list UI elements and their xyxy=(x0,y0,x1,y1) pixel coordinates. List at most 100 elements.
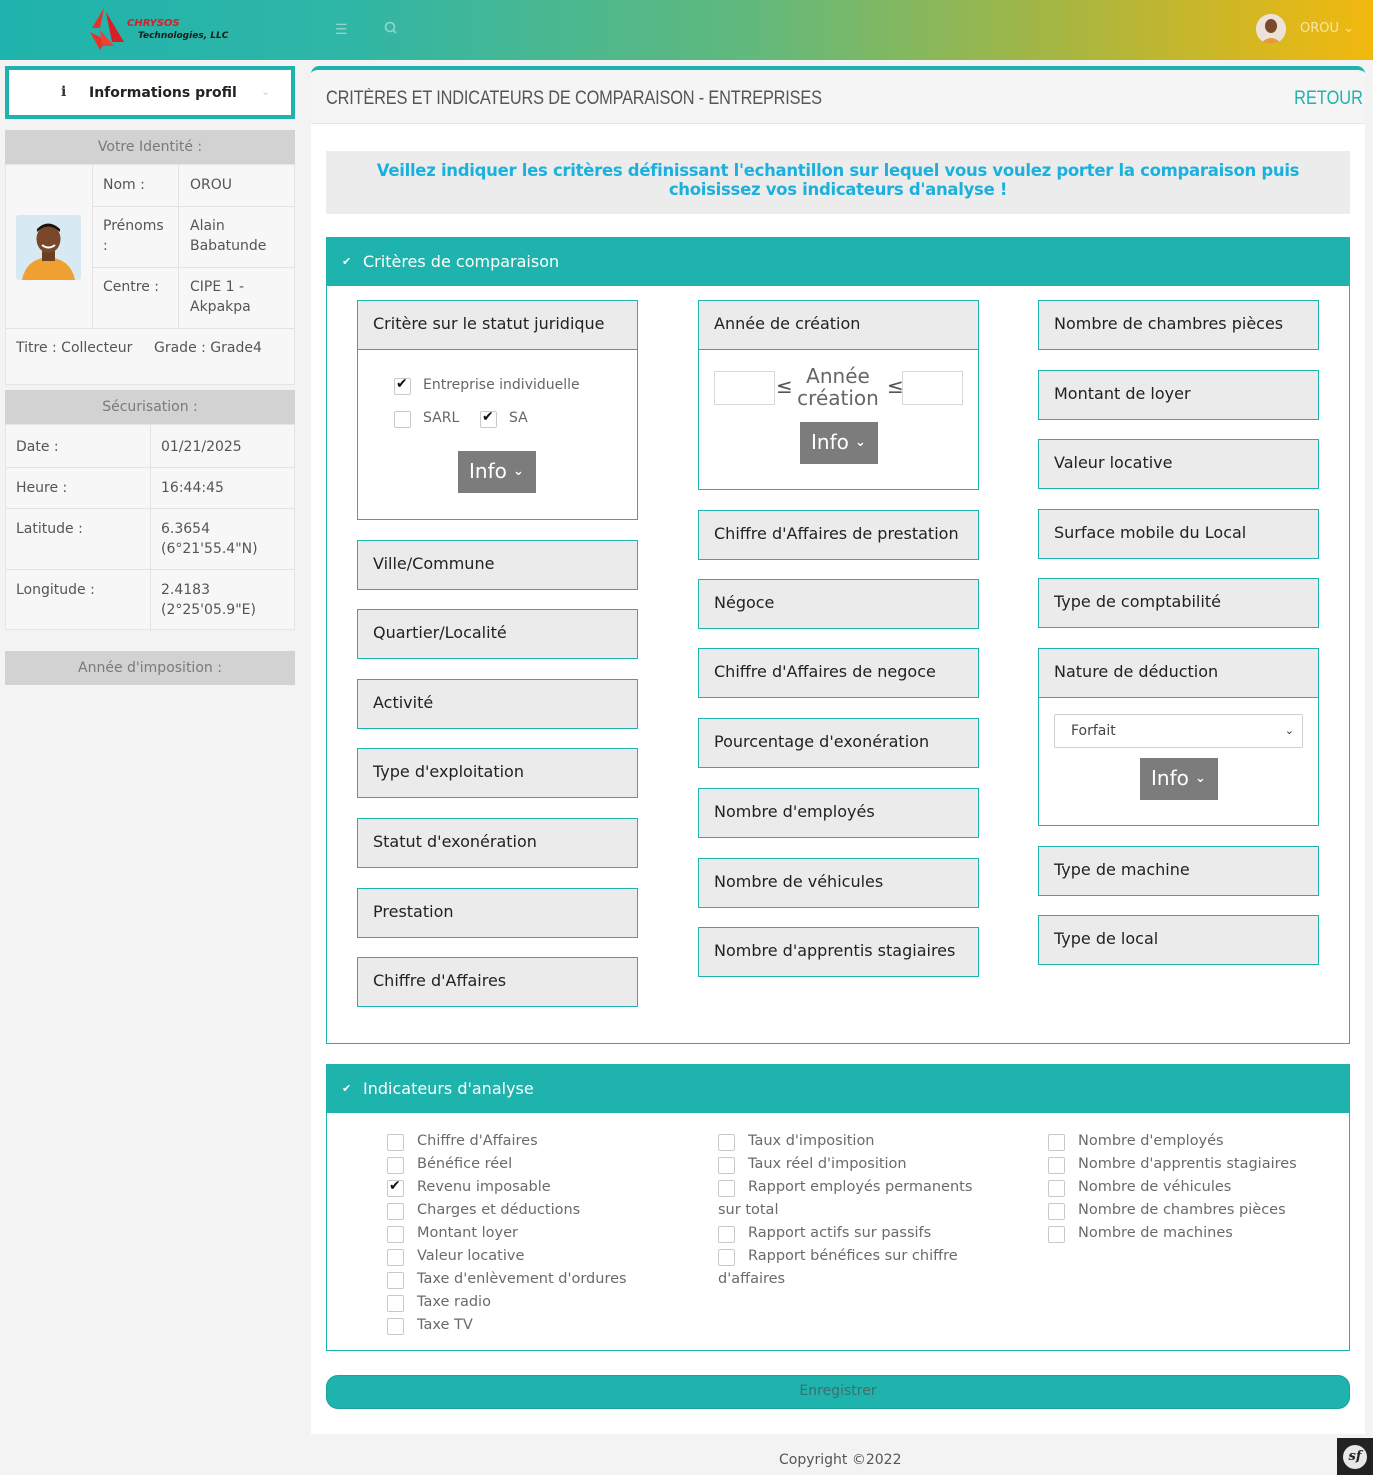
criterion-valeur-locative[interactable]: Valeur locative xyxy=(1038,439,1319,489)
comparison-card: CRITÈRES ET INDICATEURS DE COMPARAISON -… xyxy=(311,66,1365,1434)
label-sa: SA xyxy=(509,410,528,426)
back-link[interactable]: RETOUR xyxy=(1294,88,1363,110)
chevron-down-icon: ⌄ xyxy=(261,85,271,98)
leq-symbol-left: ≤ xyxy=(776,374,793,398)
ind-label: Taux réel d'imposition xyxy=(748,1156,907,1172)
criterion-activite[interactable]: Activité xyxy=(357,679,638,729)
checkbox-sa[interactable] xyxy=(480,409,497,428)
hamburger-menu-icon[interactable]: ☰ xyxy=(335,22,348,38)
criteria-section-header[interactable]: ✔ Critères de comparaison xyxy=(326,237,1350,286)
criterion-type-local[interactable]: Type de local xyxy=(1038,915,1319,965)
checkbox-ind-nombre-machines[interactable] xyxy=(1048,1226,1065,1243)
criterion-montant-loyer[interactable]: Montant de loyer xyxy=(1038,370,1319,420)
page-title: CRITÈRES ET INDICATEURS DE COMPARAISON -… xyxy=(326,88,822,109)
checkbox-ind-benefice-reel[interactable] xyxy=(387,1157,404,1174)
label-entreprise-individuelle: Entreprise individuelle xyxy=(423,377,580,393)
info-button-deduction[interactable]: Info ⌄ xyxy=(1140,758,1218,800)
symfony-toolbar-toggle[interactable]: sf xyxy=(1337,1438,1373,1475)
ind-label: Rapport employés permanents xyxy=(748,1179,973,1195)
statut-juridique-panel: Critère sur le statut juridique Entrepri… xyxy=(357,300,638,520)
profile-info-button[interactable]: i Informations profil ⌄ xyxy=(5,66,295,119)
grade-text: Grade : Grade4 xyxy=(154,340,262,356)
criterion-nombre-chambres[interactable]: Nombre de chambres pièces xyxy=(1038,300,1319,350)
indicators-section-body: Chiffre d'Affaires Bénéfice réel Revenu … xyxy=(326,1113,1350,1351)
criterion-nombre-vehicules[interactable]: Nombre de véhicules xyxy=(698,858,979,908)
criterion-ca-prestation[interactable]: Chiffre d'Affaires de prestation xyxy=(698,510,979,560)
checkbox-ind-chiffre-affaires[interactable] xyxy=(387,1134,404,1151)
checkbox-entreprise-individuelle[interactable] xyxy=(394,376,411,395)
ind-label: Nombre d'employés xyxy=(1078,1133,1224,1149)
nature-deduction-select[interactable]: Forfait ⌄ xyxy=(1054,714,1303,748)
checkbox-ind-charges[interactable] xyxy=(387,1203,404,1220)
criterion-statut-exoneration[interactable]: Statut d'exonération xyxy=(357,818,638,868)
nature-deduction-header[interactable]: Nature de déduction xyxy=(1039,649,1318,698)
checkbox-ind-nombre-apprentis[interactable] xyxy=(1048,1157,1065,1174)
info-button-label: Info xyxy=(469,459,507,483)
annee-max-input[interactable] xyxy=(902,371,963,405)
prenoms-value-line2: Babatunde xyxy=(190,238,267,254)
latitude-value: 6.3654 xyxy=(161,521,210,537)
criterion-chiffre-affaires[interactable]: Chiffre d'Affaires xyxy=(357,957,638,1007)
criterion-nombre-apprentis[interactable]: Nombre d'apprentis stagiaires xyxy=(698,927,979,977)
criterion-ville-commune[interactable]: Ville/Commune xyxy=(357,540,638,590)
prenoms-label-colon: : xyxy=(103,238,108,254)
criterion-prestation[interactable]: Prestation xyxy=(357,888,638,938)
checkbox-sarl[interactable] xyxy=(394,411,411,428)
indicators-section-header[interactable]: ✔ Indicateurs d'analyse xyxy=(326,1064,1350,1113)
centre-value-line2: Akpakpa xyxy=(190,299,251,315)
checkbox-ind-rapport-employes[interactable] xyxy=(718,1180,735,1197)
nature-deduction-panel: Nature de déduction Forfait ⌄ Info ⌄ xyxy=(1038,648,1319,826)
year-section-header: Année d'imposition : xyxy=(5,651,295,685)
search-icon[interactable] xyxy=(382,19,400,37)
criterion-quartier-localite[interactable]: Quartier/Localité xyxy=(357,609,638,659)
criterion-ca-negoce[interactable]: Chiffre d'Affaires de negoce xyxy=(698,648,979,698)
brand-subtitle: Technologies, LLC xyxy=(138,31,229,41)
heure-value: 16:44:45 xyxy=(161,480,224,496)
brand-name: CHRYSOS xyxy=(127,18,180,29)
annee-min-input[interactable] xyxy=(714,371,775,405)
criterion-nombre-employes[interactable]: Nombre d'employés xyxy=(698,788,979,838)
user-menu-toggle[interactable]: OROU ⌄ xyxy=(1300,21,1354,36)
checkbox-ind-revenu-imposable[interactable] xyxy=(387,1178,404,1197)
info-button-label: Info xyxy=(1151,766,1189,790)
checkbox-ind-taxe-tv[interactable] xyxy=(387,1318,404,1335)
checkbox-ind-nombre-employes[interactable] xyxy=(1048,1134,1065,1151)
checkbox-ind-rapport-actifs[interactable] xyxy=(718,1226,735,1243)
checkbox-ind-taux-reel[interactable] xyxy=(718,1157,735,1174)
save-button[interactable]: Enregistrer xyxy=(326,1375,1350,1409)
criterion-surface-mobile[interactable]: Surface mobile du Local xyxy=(1038,509,1319,559)
latitude-label: Latitude : xyxy=(16,521,83,537)
ind-label: Rapport actifs sur passifs xyxy=(748,1225,932,1241)
longitude-value: 2.4183 xyxy=(161,582,210,598)
ind-label: Taux d'imposition xyxy=(748,1133,875,1149)
criterion-pourcentage-exoneration[interactable]: Pourcentage d'exonération xyxy=(698,718,979,768)
info-button-annee[interactable]: Info ⌄ xyxy=(800,422,878,464)
criterion-type-exploitation[interactable]: Type d'exploitation xyxy=(357,748,638,798)
checkbox-ind-montant-loyer[interactable] xyxy=(387,1226,404,1243)
annee-creation-header[interactable]: Année de création xyxy=(699,301,978,350)
user-avatar[interactable] xyxy=(1256,14,1286,44)
statut-juridique-header[interactable]: Critère sur le statut juridique xyxy=(358,301,637,350)
centre-label: Centre : xyxy=(103,279,159,295)
ind-label: Bénéfice réel xyxy=(417,1156,513,1172)
checkbox-ind-taxe-ordures[interactable] xyxy=(387,1272,404,1289)
ind-label-cont: d'affaires xyxy=(718,1271,786,1287)
nom-label: Nom : xyxy=(103,177,145,193)
brand-logo[interactable]: CHRYSOS Technologies, LLC xyxy=(86,6,246,54)
info-button-statut[interactable]: Info ⌄ xyxy=(458,451,536,493)
checkbox-ind-taux-imposition[interactable] xyxy=(718,1134,735,1151)
criterion-type-machine[interactable]: Type de machine xyxy=(1038,846,1319,896)
checkbox-ind-rapport-benefices[interactable] xyxy=(718,1249,735,1266)
info-button-label: Info xyxy=(811,430,849,454)
heure-label: Heure : xyxy=(16,480,68,496)
checkbox-ind-taxe-radio[interactable] xyxy=(387,1295,404,1312)
annee-label-line1: Année xyxy=(806,364,870,388)
checkbox-ind-nombre-vehicules[interactable] xyxy=(1048,1180,1065,1197)
criterion-type-comptabilite[interactable]: Type de comptabilité xyxy=(1038,578,1319,628)
latitude-dms: (6°21'55.4"N) xyxy=(161,541,258,557)
checkbox-ind-nombre-chambres[interactable] xyxy=(1048,1203,1065,1220)
checkbox-ind-valeur-locative[interactable] xyxy=(387,1249,404,1266)
criterion-negoce[interactable]: Négoce xyxy=(698,579,979,629)
annee-creation-panel: Année de création ≤ Année création ≤ Inf… xyxy=(698,300,979,490)
chrysos-logo-icon xyxy=(90,8,124,50)
